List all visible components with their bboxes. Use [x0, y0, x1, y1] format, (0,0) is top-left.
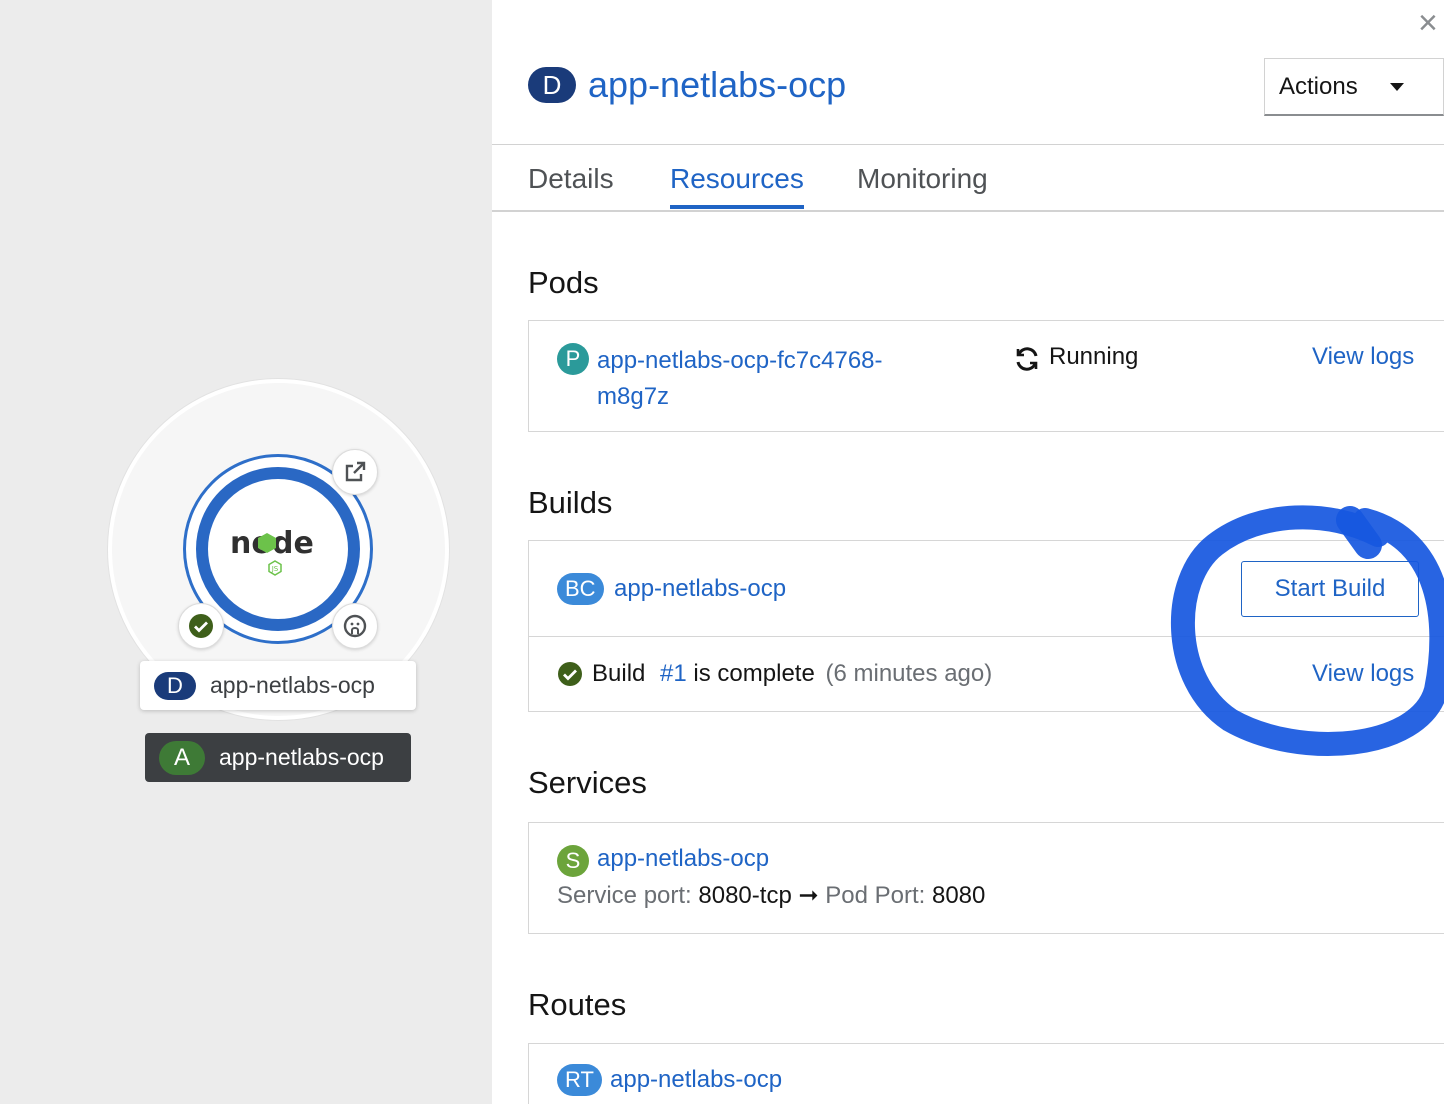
service-port-label: Service port: [557, 882, 692, 909]
build-view-logs-link[interactable]: View logs [1312, 660, 1414, 688]
deployment-badge: D [154, 671, 196, 700]
pod-name-link[interactable]: app-netlabs-ocp-fc7c4768- m8g7z [597, 343, 883, 415]
application-name: app-netlabs-ocp [219, 744, 384, 770]
services-card: S app-netlabs-ocp Service port: 8080-tcp… [528, 822, 1444, 934]
close-icon[interactable]: × [1418, 6, 1438, 40]
service-port-value: 8080-tcp [698, 882, 792, 909]
resource-badge: D [528, 67, 576, 103]
node-ring-inner: node JS [196, 467, 360, 631]
pod-name-line1: app-netlabs-ocp-fc7c4768- [597, 347, 883, 374]
route-badge: RT [557, 1064, 602, 1096]
source-code-decorator[interactable] [332, 603, 378, 649]
pod-view-logs-link[interactable]: View logs [1312, 343, 1414, 371]
check-circle-icon [189, 614, 213, 638]
tab-monitoring[interactable]: Monitoring [857, 163, 988, 195]
pod-name-line2: m8g7z [597, 383, 670, 410]
builds-heading: Builds [528, 485, 613, 520]
build-config-link[interactable]: app-netlabs-ocp [614, 575, 786, 603]
pods-card: P app-netlabs-ocp-fc7c4768- m8g7z Runnin… [528, 320, 1444, 432]
caret-down-icon [1389, 82, 1404, 91]
build-status-decorator[interactable] [178, 603, 224, 649]
check-circle-icon [558, 662, 582, 686]
pod-status: Running [1049, 343, 1139, 370]
tab-details[interactable]: Details [528, 163, 614, 195]
build-config-card: BC app-netlabs-ocp Start Build [528, 540, 1444, 637]
external-link-icon [345, 461, 366, 482]
start-build-button[interactable]: Start Build [1241, 561, 1419, 617]
deployment-name: app-netlabs-ocp [210, 672, 375, 698]
route-link[interactable]: app-netlabs-ocp [610, 1066, 782, 1094]
github-icon [343, 614, 367, 638]
build-status-text: Build #1 is complete (6 minutes ago) [592, 660, 992, 688]
deployment-label[interactable]: D app-netlabs-ocp [140, 661, 416, 710]
service-port-mapping: Service port: 8080-tcp ➞ Pod Port: 8080 [557, 881, 985, 910]
build-number-link[interactable]: #1 [660, 660, 687, 687]
pod-port-label: Pod Port: [825, 882, 926, 909]
nodejs-logo-icon: node JS [230, 526, 314, 576]
services-heading: Services [528, 765, 647, 800]
build-config-badge: BC [557, 573, 604, 605]
sync-icon [1016, 347, 1038, 371]
panel-tabs: Details Resources Monitoring [492, 144, 1444, 212]
open-url-decorator[interactable] [332, 449, 378, 495]
application-badge: A [159, 740, 205, 775]
build-status-card: Build #1 is complete (6 minutes ago) Vie… [528, 636, 1444, 712]
routes-heading: Routes [528, 987, 627, 1022]
build-age: (6 minutes ago) [825, 660, 993, 687]
pod-badge: P [557, 343, 589, 375]
topology-canvas[interactable]: node JS D app-netlabs-ocp A app-netlabs-… [0, 0, 492, 1104]
active-tab-indicator [670, 205, 804, 209]
arrow-right-icon: ➞ [798, 882, 819, 909]
tab-resources[interactable]: Resources [670, 163, 804, 195]
panel-header: D app-netlabs-ocp [528, 64, 846, 106]
pods-heading: Pods [528, 265, 599, 300]
pod-port-value: 8080 [931, 882, 986, 909]
application-label[interactable]: A app-netlabs-ocp [145, 733, 411, 782]
actions-dropdown[interactable]: Actions [1264, 58, 1444, 116]
service-link[interactable]: app-netlabs-ocp [597, 845, 769, 873]
panel-title[interactable]: app-netlabs-ocp [588, 64, 846, 106]
routes-card: RT app-netlabs-ocp [528, 1043, 1444, 1104]
nodejs-logo-sub: JS [271, 565, 279, 573]
build-result: is complete [693, 660, 815, 687]
actions-label: Actions [1279, 72, 1358, 100]
build-prefix: Build [592, 660, 646, 687]
service-badge: S [557, 845, 589, 877]
